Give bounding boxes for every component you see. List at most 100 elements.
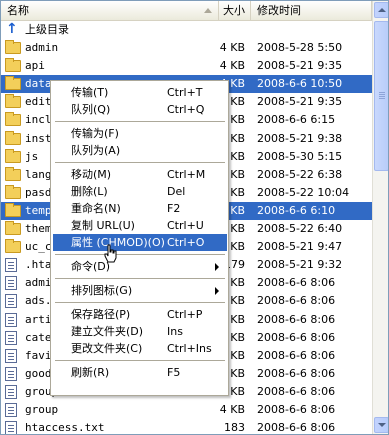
column-name-header[interactable]: 名称 [1, 1, 219, 21]
menu-item-label: 建立文件夹(D) [71, 325, 144, 338]
file-icon [5, 366, 17, 381]
folder-icon [5, 112, 21, 127]
menu-item-label: 传输(T) [71, 86, 109, 99]
column-name-label: 名称 [7, 4, 29, 17]
hand-cursor-icon [104, 244, 117, 263]
file-time: 2008-5-21 9:47 [257, 240, 343, 254]
menu-item[interactable]: 传输(T) Ctrl+T [53, 84, 227, 101]
menu-item[interactable]: 刷新(R) F5 [53, 364, 227, 381]
file-name: htaccess.txt [25, 421, 105, 435]
file-size: 4 KB [219, 402, 245, 416]
file-time: 2008-6-6 6:15 [257, 113, 336, 127]
file-time: 2008-5-22 10:04 [257, 185, 350, 199]
folder-icon [5, 94, 21, 109]
file-icon [5, 348, 17, 363]
up-arrow-icon: ↑ [6, 21, 18, 37]
menu-item-label: 排列图标(G) [71, 284, 133, 297]
column-header: 名称 大小 修改时间 [1, 1, 372, 21]
menu-item-shortcut: F5 [167, 366, 181, 379]
menu-item[interactable]: 保存路径(P) Ctrl+P [53, 306, 227, 323]
folder-icon [5, 239, 21, 254]
column-time-header[interactable]: 修改时间 [251, 1, 372, 21]
menu-separator [55, 162, 225, 163]
file-time: 2008-5-21 9:35 [257, 59, 343, 73]
parent-directory-row[interactable]: ↑ 上级目录 [1, 21, 372, 39]
file-time: 2008-5-28 5:50 [257, 41, 343, 55]
menu-item-label: 队列(Q) [71, 103, 111, 116]
menu-item-label: 传输为(F) [71, 127, 119, 140]
menu-item-shortcut: Del [167, 185, 186, 198]
menu-item[interactable]: 命令(D) [53, 258, 227, 275]
menu-item[interactable]: 建立文件夹(D) Ins [53, 323, 227, 340]
file-icon [5, 276, 17, 291]
file-time: 2008-5-21 9:32 [257, 258, 343, 272]
folder-icon [5, 202, 21, 217]
file-name: data [25, 77, 52, 91]
file-time: 2008-5-22 6:40 [257, 222, 343, 236]
folder-icon [5, 166, 21, 181]
file-time: 2008-6-6 8:06 [257, 294, 336, 308]
file-time: 2008-6-6 8:06 [257, 276, 336, 290]
file-row[interactable]: admin 4 KB 2008-5-28 5:50 [1, 39, 372, 57]
menu-item-label: 队列为(A) [71, 144, 121, 157]
menu-separator [55, 360, 225, 361]
vertical-scrollbar[interactable] [372, 1, 388, 434]
file-icon [5, 294, 17, 309]
file-size: 4 KB [219, 41, 245, 55]
file-icon [5, 312, 17, 327]
menu-item[interactable]: 队列(Q) Ctrl+Q [53, 101, 227, 118]
file-icon [5, 384, 17, 399]
submenu-arrow-icon [215, 287, 219, 295]
menu-item-shortcut: Ctrl+U [167, 219, 204, 232]
folder-icon [5, 58, 21, 73]
menu-item-label: 移动(M) [71, 168, 112, 181]
folder-icon [5, 184, 21, 199]
folder-icon [5, 130, 21, 145]
menu-item[interactable]: 传输为(F) [53, 125, 227, 142]
menu-item-label: 保存路径(P) [71, 308, 131, 321]
scroll-up-button[interactable] [374, 2, 388, 18]
menu-item-shortcut: Ctrl+M [167, 168, 206, 181]
file-time: 2008-6-6 8:06 [257, 402, 336, 416]
file-name: admin [25, 41, 59, 55]
menu-item-label: 重命名(N) [71, 202, 121, 215]
menu-item-shortcut: Ctrl+P [167, 308, 203, 321]
scroll-down-button[interactable] [374, 417, 388, 433]
column-size-label: 大小 [223, 4, 245, 17]
file-time: 2008-6-6 8:06 [257, 366, 336, 380]
menu-item[interactable]: 移动(M) Ctrl+M [53, 166, 227, 183]
file-row[interactable]: api 4 KB 2008-5-21 9:35 [1, 57, 372, 75]
parent-directory-label: 上级目录 [25, 23, 69, 36]
menu-item-shortcut: Ctrl+T [167, 86, 203, 99]
menu-item[interactable]: 排列图标(G) [53, 282, 227, 299]
file-time: 2008-5-22 6:38 [257, 167, 343, 181]
scroll-grip-icon [379, 92, 385, 93]
sort-ascending-icon [204, 8, 212, 13]
column-size-header[interactable]: 大小 [219, 1, 251, 21]
file-icon [5, 258, 17, 273]
file-name: temp [25, 203, 52, 217]
folder-icon [5, 221, 21, 236]
menu-item-shortcut: Ctrl+O [167, 236, 205, 249]
scroll-thumb[interactable] [374, 21, 388, 171]
file-row[interactable]: htaccess.txt 183 2008-6-6 8:06 [1, 419, 372, 435]
menu-item[interactable]: 复制 URL(U) Ctrl+U [53, 217, 227, 234]
menu-item[interactable]: 属性 (CHMOD)(O) Ctrl+O [53, 234, 227, 251]
menu-item[interactable]: 重命名(N) F2 [53, 200, 227, 217]
file-row[interactable]: group 4 KB 2008-6-6 8:06 [1, 401, 372, 419]
menu-item[interactable]: 删除(L) Del [53, 183, 227, 200]
menu-item-label: 复制 URL(U) [71, 219, 135, 232]
menu-item-label: 更改文件夹(C) [71, 342, 143, 355]
menu-item-label: 删除(L) [71, 185, 108, 198]
menu-separator [55, 278, 225, 279]
file-size: 4 KB [219, 59, 245, 73]
file-icon [5, 421, 17, 434]
menu-separator [55, 254, 225, 255]
menu-item[interactable]: 队列为(A) [53, 142, 227, 159]
menu-separator [55, 121, 225, 122]
file-time: 2008-6-6 8:06 [257, 421, 336, 435]
file-time: 2008-6-6 8:06 [257, 348, 336, 362]
file-time: 2008-5-30 5:15 [257, 149, 343, 163]
menu-item[interactable]: 更改文件夹(C) Ctrl+Ins [53, 340, 227, 357]
context-menu: 传输(T) Ctrl+T 队列(Q) Ctrl+Q 传输为(F) 队列为(A) 移动(M) C… [50, 80, 229, 396]
